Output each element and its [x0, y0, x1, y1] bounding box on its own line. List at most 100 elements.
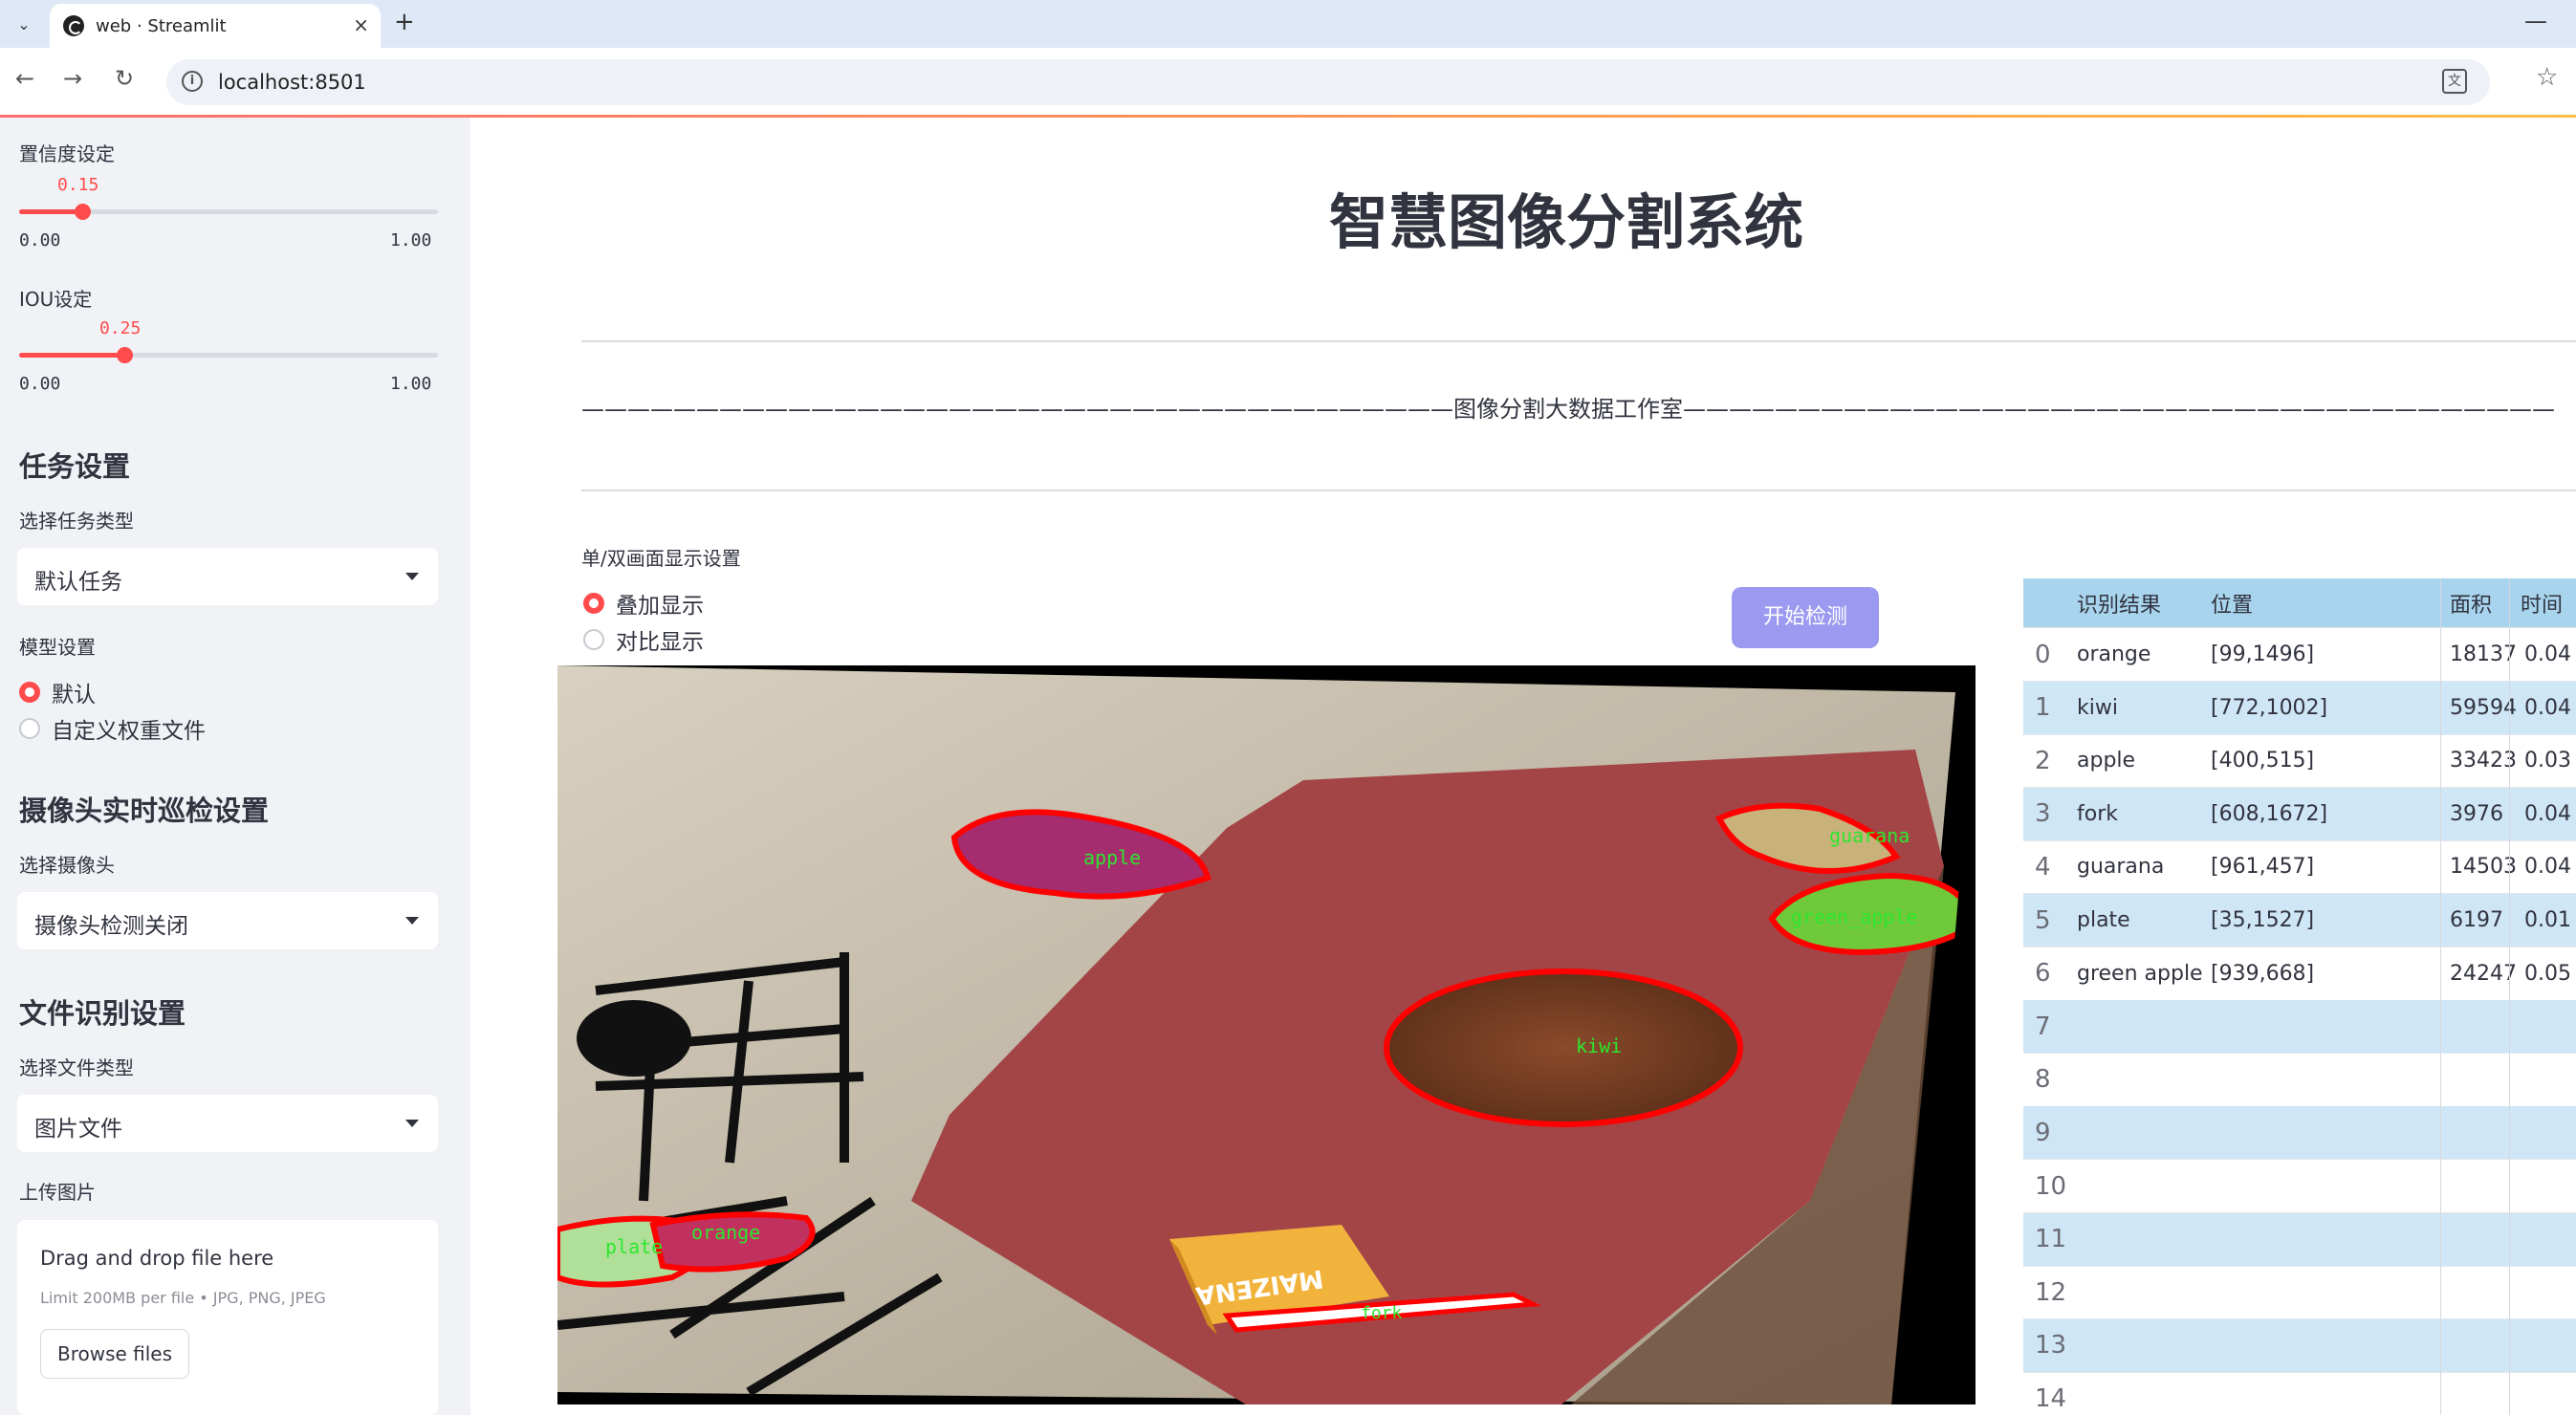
browser-tab[interactable]: web · Streamlit ×: [50, 4, 381, 48]
reload-icon[interactable]: ↻: [115, 65, 134, 92]
row-index: 6: [2035, 959, 2051, 989]
header-result[interactable]: 识别结果: [2077, 578, 2211, 627]
row-index: 2: [2035, 746, 2051, 775]
site-info-icon[interactable]: i: [182, 71, 203, 92]
header-area[interactable]: 面积: [2450, 578, 2524, 627]
table-row[interactable]: 14: [2023, 1372, 2576, 1415]
table-row[interactable]: 9: [2023, 1106, 2576, 1161]
cell-position: [2211, 1266, 2440, 1318]
table-row[interactable]: 12: [2023, 1266, 2576, 1320]
cell-area: 24247: [2450, 961, 2517, 986]
task-type-select[interactable]: 默认任务: [17, 548, 438, 605]
translate-icon[interactable]: 文: [2442, 69, 2467, 94]
model-option-label: 自定义权重文件: [52, 719, 206, 744]
kiwi-mask: [1384, 969, 1743, 1127]
back-icon[interactable]: ←: [15, 65, 34, 92]
camera-select[interactable]: 摄像头检测关闭: [17, 892, 438, 949]
model-radio-default[interactable]: 默认: [19, 676, 96, 708]
url-field[interactable]: i localhost:8501 文: [166, 59, 2490, 105]
display-radio-overlay[interactable]: 叠加显示: [583, 587, 704, 620]
forward-icon[interactable]: →: [63, 65, 82, 92]
cell-position: [99,1496]: [2211, 642, 2315, 666]
cell-area: 18137: [2450, 642, 2517, 666]
file-type-select[interactable]: 图片文件: [17, 1095, 438, 1152]
radio-selected-icon: [19, 682, 40, 703]
camera-select-label: 选择摄像头: [19, 854, 115, 877]
iou-min: 0.00: [19, 374, 61, 394]
row-index: 13: [2035, 1331, 2067, 1361]
table-row[interactable]: 2 apple [400,515] 33423 0.03: [2023, 734, 2576, 789]
browse-files-button[interactable]: Browse files: [40, 1329, 189, 1379]
confidence-label: 置信度设定: [19, 142, 115, 165]
cell-position: [35,1527]: [2211, 908, 2315, 932]
cell-result: [2077, 1372, 2211, 1415]
cell-position: [608,1672]: [2211, 801, 2328, 826]
table-row[interactable]: 11: [2023, 1212, 2576, 1267]
cell-position: [2211, 1213, 2440, 1266]
confidence-slider[interactable]: [19, 204, 438, 220]
cell-position: [961,457]: [2211, 855, 2315, 880]
address-bar: ← → ↻ i localhost:8501 文 ☆: [0, 48, 2576, 117]
bookmark-star-icon[interactable]: ☆: [2536, 63, 2558, 92]
iou-value: 0.25: [99, 318, 142, 338]
tab-search-icon[interactable]: ⌄: [10, 10, 38, 38]
cell-time: 0.01: [2524, 908, 2571, 932]
iou-label: IOU设定: [19, 288, 93, 311]
table-row[interactable]: 3 fork [608,1672] 3976 0.04: [2023, 787, 2576, 841]
table-row[interactable]: 6 green apple [939,668] 24247 0.05: [2023, 947, 2576, 1001]
chevron-down-icon: [405, 917, 419, 925]
cell-time: [2524, 1000, 2576, 1053]
table-row[interactable]: 10: [2023, 1160, 2576, 1213]
url-text[interactable]: localhost:8501: [218, 71, 366, 94]
upload-label: 上传图片: [19, 1181, 96, 1204]
orange-label: orange: [691, 1221, 760, 1244]
table-row[interactable]: 7: [2023, 1000, 2576, 1055]
table-row[interactable]: 13: [2023, 1318, 2576, 1373]
radio-unselected-icon: [19, 718, 40, 739]
new-tab-icon[interactable]: +: [394, 8, 415, 36]
cell-result: plate: [2077, 908, 2130, 932]
radio-selected-icon: [583, 593, 604, 614]
header-time[interactable]: 时间: [2521, 578, 2576, 627]
file-type-value: 图片文件: [34, 1117, 122, 1142]
kiwi-label: kiwi: [1576, 1034, 1622, 1057]
display-radio-compare[interactable]: 对比显示: [583, 623, 704, 656]
cell-area: 59594: [2450, 695, 2517, 720]
iou-slider[interactable]: [19, 347, 438, 363]
start-detection-button[interactable]: 开始检测: [1732, 587, 1879, 648]
display-option-label: 对比显示: [616, 630, 704, 655]
table-row[interactable]: 1 kiwi [772,1002] 59594 0.04: [2023, 681, 2576, 735]
table-row[interactable]: 4 guarana [961,457] 14503 0.04: [2023, 840, 2576, 895]
header-position[interactable]: 位置: [2211, 578, 2440, 627]
table-row[interactable]: 0 orange [99,1496] 18137 0.04: [2023, 628, 2576, 682]
iou-slider-thumb[interactable]: [116, 347, 133, 363]
model-radio-custom[interactable]: 自定义权重文件: [19, 712, 206, 745]
cell-position: [2211, 1054, 2440, 1106]
row-index: 14: [2035, 1383, 2067, 1413]
close-tab-icon[interactable]: ×: [353, 13, 369, 36]
cell-area: [2450, 1266, 2517, 1318]
tab-title: web · Streamlit: [96, 16, 227, 36]
model-section-label: 模型设置: [19, 636, 96, 659]
table-row[interactable]: 8: [2023, 1054, 2576, 1107]
cell-result: green apple: [2077, 961, 2203, 986]
cell-time: 0.04: [2524, 642, 2571, 666]
task-section-title: 任务设置: [19, 450, 131, 483]
minimize-window-icon[interactable]: —: [2524, 8, 2547, 34]
chevron-down-icon: [405, 1120, 419, 1127]
apple-label: apple: [1083, 846, 1141, 869]
streamlit-favicon-icon: [63, 15, 84, 36]
column-divider: [2440, 578, 2441, 1415]
iou-max: 1.00: [390, 374, 432, 394]
confidence-slider-fill: [19, 209, 82, 214]
dropzone-limit: Limit 200MB per file • JPG, PNG, JPEG: [40, 1289, 326, 1307]
confidence-slider-thumb[interactable]: [74, 204, 91, 220]
cell-area: [2450, 1000, 2517, 1053]
confidence-value: 0.15: [57, 175, 99, 195]
display-option-label: 叠加显示: [616, 594, 704, 619]
plate-label: plate: [605, 1235, 663, 1258]
cell-area: [2450, 1319, 2517, 1372]
model-option-label: 默认: [52, 683, 96, 708]
file-uploader-dropzone[interactable]: Drag and drop file here Limit 200MB per …: [17, 1220, 438, 1415]
table-row[interactable]: 5 plate [35,1527] 6197 0.01: [2023, 894, 2576, 947]
